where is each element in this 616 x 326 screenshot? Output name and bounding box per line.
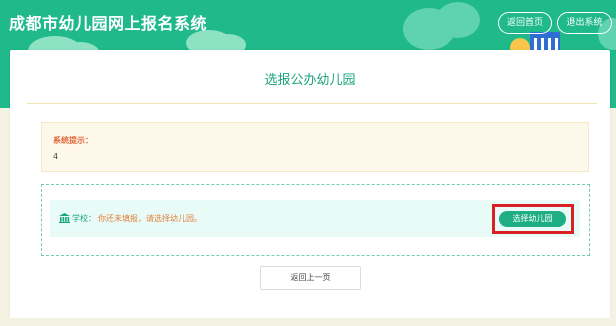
school-label: 学校： [72, 214, 96, 223]
system-notice: 系统提示： 4 [41, 122, 589, 172]
school-selection-box: 学校： 你还未填报，请选择幼儿园。 选择幼儿园 [41, 184, 590, 256]
site-title: 成都市幼儿园网上报名系统 [9, 14, 208, 33]
school-building-icon [59, 213, 70, 223]
main-card: 选报公办幼儿园 系统提示： 4 学校： 你还未填报，请选择幼儿园。 选择幼儿园 [10, 50, 610, 326]
home-button[interactable]: 返回首页 [498, 12, 552, 34]
title-divider [27, 103, 597, 104]
logout-button[interactable]: 退出系统 [557, 12, 612, 34]
page: 成都市幼儿园网上报名系统 返回首页 退出系统 选报公办幼儿园 系统提示： 4 学… [0, 0, 616, 326]
choose-button-highlight: 选择幼儿园 [492, 204, 574, 234]
school-hint: 你还未填报，请选择幼儿园。 [98, 214, 202, 223]
choose-kindergarten-button[interactable]: 选择幼儿园 [499, 211, 566, 227]
notice-value: 4 [53, 152, 59, 161]
notice-label: 系统提示： [53, 136, 93, 145]
page-bottom [0, 318, 616, 326]
tree-decoration [436, 2, 480, 38]
school-selection-row: 学校： 你还未填报，请选择幼儿园。 选择幼儿园 [50, 200, 580, 237]
page-title: 选报公办幼儿园 [264, 73, 356, 88]
back-button[interactable]: 返回上一页 [260, 266, 361, 290]
